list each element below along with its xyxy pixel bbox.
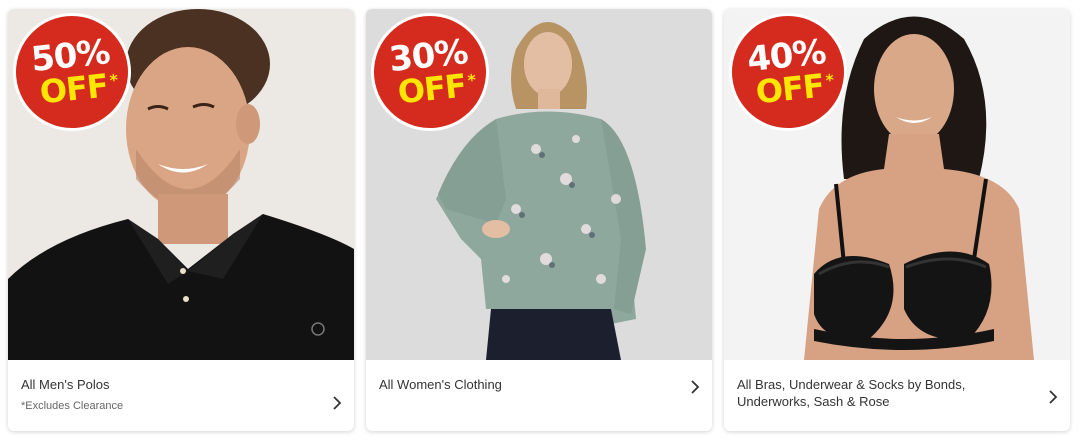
promo-card-footer[interactable]: All Men's Polos *Excludes Clearance	[8, 360, 354, 431]
promo-subtitle: *Excludes Clearance	[21, 400, 124, 412]
promo-card-womens-clothing[interactable]: 30% OFF * All Women's Clothing	[366, 9, 712, 431]
promo-card-mens-polos[interactable]: 50% OFF * All Men's Polos *Excludes Clear…	[8, 9, 354, 431]
promo-card-bras-underwear[interactable]: 40% OFF * All Bras, Underwear & Socks by …	[724, 9, 1070, 431]
promo-title[interactable]: All Men's Polos	[21, 376, 314, 393]
chevron-right-icon[interactable]	[332, 396, 342, 410]
chevron-right-icon[interactable]	[1048, 390, 1058, 404]
promo-card-footer[interactable]: All Bras, Underwear & Socks by Bonds, Un…	[724, 360, 1070, 431]
discount-off-label: OFF *	[38, 66, 119, 112]
discount-off-label: OFF *	[396, 66, 477, 112]
chevron-right-icon[interactable]	[690, 380, 700, 394]
promo-card-footer[interactable]: All Women's Clothing	[366, 360, 712, 431]
discount-off-label: OFF *	[754, 66, 835, 112]
promo-card-row: 50% OFF * All Men's Polos *Excludes Clear…	[0, 0, 1080, 442]
promo-title[interactable]: All Bras, Underwear & Socks by Bonds, Un…	[737, 376, 1030, 410]
promo-title[interactable]: All Women's Clothing	[379, 376, 672, 393]
